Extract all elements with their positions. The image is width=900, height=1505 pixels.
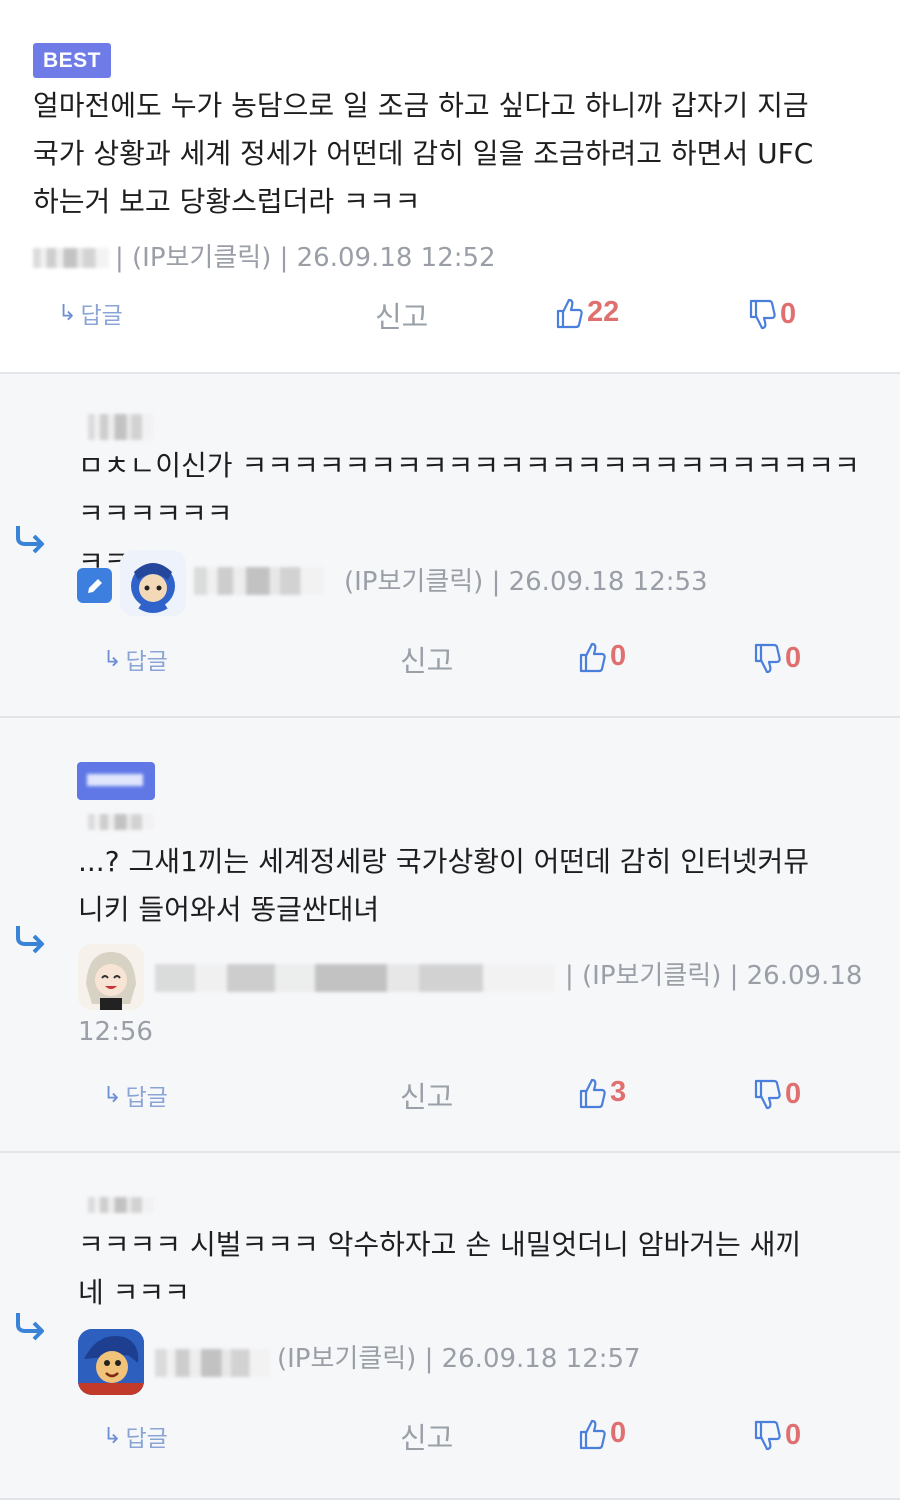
dislike-count: 0 — [785, 642, 802, 674]
meta-text: | (IP보기클릭) | 26.09.18 — [565, 961, 863, 991]
reply-arrow-icon — [14, 1311, 46, 1349]
thumbs-up-icon — [555, 297, 583, 329]
meta-time: 12:56 — [78, 1017, 153, 1047]
like-button[interactable]: 22 — [555, 296, 619, 329]
dislike-button[interactable]: 0 — [753, 1419, 801, 1452]
user-title-blurred — [88, 1197, 154, 1213]
thumbs-up-icon — [578, 1077, 606, 1109]
reply-arrow-icon — [14, 524, 46, 562]
like-button[interactable]: 0 — [578, 640, 626, 673]
reply-comment: ㅋㅋㅋㅋ 시벌ㅋㅋㅋ 악수하자고 손 내밀엇더니 암바거는 새끼 네 ㅋㅋㅋ (… — [0, 1153, 900, 1500]
reply-small-arrow-icon: ↳ — [103, 1082, 122, 1108]
dislike-count: 0 — [780, 298, 797, 330]
reply-label: 답글 — [125, 1426, 168, 1452]
reply-label: 답글 — [125, 649, 168, 675]
reply-label: 답글 — [80, 303, 123, 329]
thumbs-down-icon — [753, 643, 781, 675]
dislike-button[interactable]: 0 — [753, 642, 801, 675]
user-level-badge — [77, 762, 155, 800]
meta-text: (IP보기클릭) | 26.09.18 12:57 — [277, 1344, 641, 1374]
best-comment: BEST 얼마전에도 누가 농담으로 일 조금 하고 싶다고 하니까 갑자기 지… — [0, 0, 900, 374]
like-button[interactable]: 0 — [578, 1417, 626, 1450]
like-count: 22 — [587, 296, 620, 328]
reply-button[interactable]: ↳ 답글 — [103, 1419, 168, 1453]
like-button[interactable]: 3 — [578, 1076, 626, 1109]
user-title-blurred — [88, 814, 154, 830]
reply-small-arrow-icon: ↳ — [103, 1423, 122, 1449]
reply-arrow-icon — [14, 924, 46, 962]
reply-small-arrow-icon: ↳ — [103, 646, 122, 672]
like-count: 3 — [610, 1076, 627, 1108]
dislike-button[interactable]: 0 — [753, 1078, 801, 1111]
nickname-blurred[interactable] — [155, 1349, 270, 1377]
comment-meta: | (IP보기클릭) | 26.09.18 12:52 — [33, 242, 496, 274]
comment-text: ㅋㅋㅋㅋ 시벌ㅋㅋㅋ 악수하자고 손 내밀엇더니 암바거는 새끼 네 ㅋㅋㅋ — [78, 1228, 802, 1309]
nickname-blurred[interactable] — [194, 567, 324, 595]
dislike-count: 0 — [785, 1419, 802, 1451]
comment-text: 얼마전에도 누가 농담으로 일 조금 하고 싶다고 하니까 갑자기 지금 국가 … — [33, 89, 814, 218]
best-badge: BEST — [33, 43, 111, 78]
reply-button[interactable]: ↳ 답글 — [103, 642, 168, 676]
reply-comment: ㅁㅊㄴ이신가 ㅋㅋㅋㅋㅋㅋㅋㅋㅋㅋㅋㅋㅋㅋㅋㅋㅋㅋㅋㅋㅋㅋㅋㅋㅋㅋㅋㅋㅋㅋ ㅋㅋ… — [0, 374, 900, 718]
report-button[interactable]: 신고 — [400, 1074, 453, 1116]
thumbs-down-icon — [748, 299, 776, 331]
reply-button[interactable]: ↳ 답글 — [58, 296, 123, 330]
user-level-blurred — [88, 414, 154, 440]
nickname-blurred[interactable] — [155, 964, 555, 992]
report-button[interactable]: 신고 — [375, 294, 428, 336]
report-button[interactable]: 신고 — [400, 1415, 453, 1457]
thumbs-up-icon — [578, 1418, 606, 1450]
like-count: 0 — [610, 1417, 627, 1449]
thumbs-down-icon — [753, 1079, 781, 1111]
report-button[interactable]: 신고 — [400, 638, 453, 680]
reply-comment: ...? 그새1끼는 세계정세랑 국가상황이 어떤데 감히 인터넷커뮤 니키 들… — [0, 718, 900, 1153]
dislike-button[interactable]: 0 — [748, 298, 796, 331]
reply-button[interactable]: ↳ 답글 — [103, 1078, 168, 1112]
reply-small-arrow-icon: ↳ — [58, 300, 77, 326]
pen-icon[interactable] — [77, 568, 112, 603]
reply-label: 답글 — [125, 1085, 168, 1111]
thumbs-down-icon — [753, 1420, 781, 1452]
avatar[interactable] — [78, 1329, 144, 1395]
like-count: 0 — [610, 640, 627, 672]
comment-text: ...? 그새1끼는 세계정세랑 국가상황이 어떤데 감히 인터넷커뮤 니키 들… — [78, 845, 810, 926]
avatar[interactable] — [120, 550, 186, 616]
meta-text: (IP보기클릭) | 26.09.18 12:53 — [344, 567, 708, 597]
nickname-blurred[interactable] — [33, 248, 109, 268]
thumbs-up-icon — [578, 641, 606, 673]
avatar[interactable] — [78, 944, 144, 1010]
dislike-count: 0 — [785, 1078, 802, 1110]
meta-text: | (IP보기클릭) | 26.09.18 12:52 — [115, 243, 496, 273]
comment-text: ㅁㅊㄴ이신가 ㅋㅋㅋㅋㅋㅋㅋㅋㅋㅋㅋㅋㅋㅋㅋㅋㅋㅋㅋㅋㅋㅋㅋㅋㅋㅋㅋㅋㅋㅋ ㅋㅋ… — [78, 449, 860, 578]
